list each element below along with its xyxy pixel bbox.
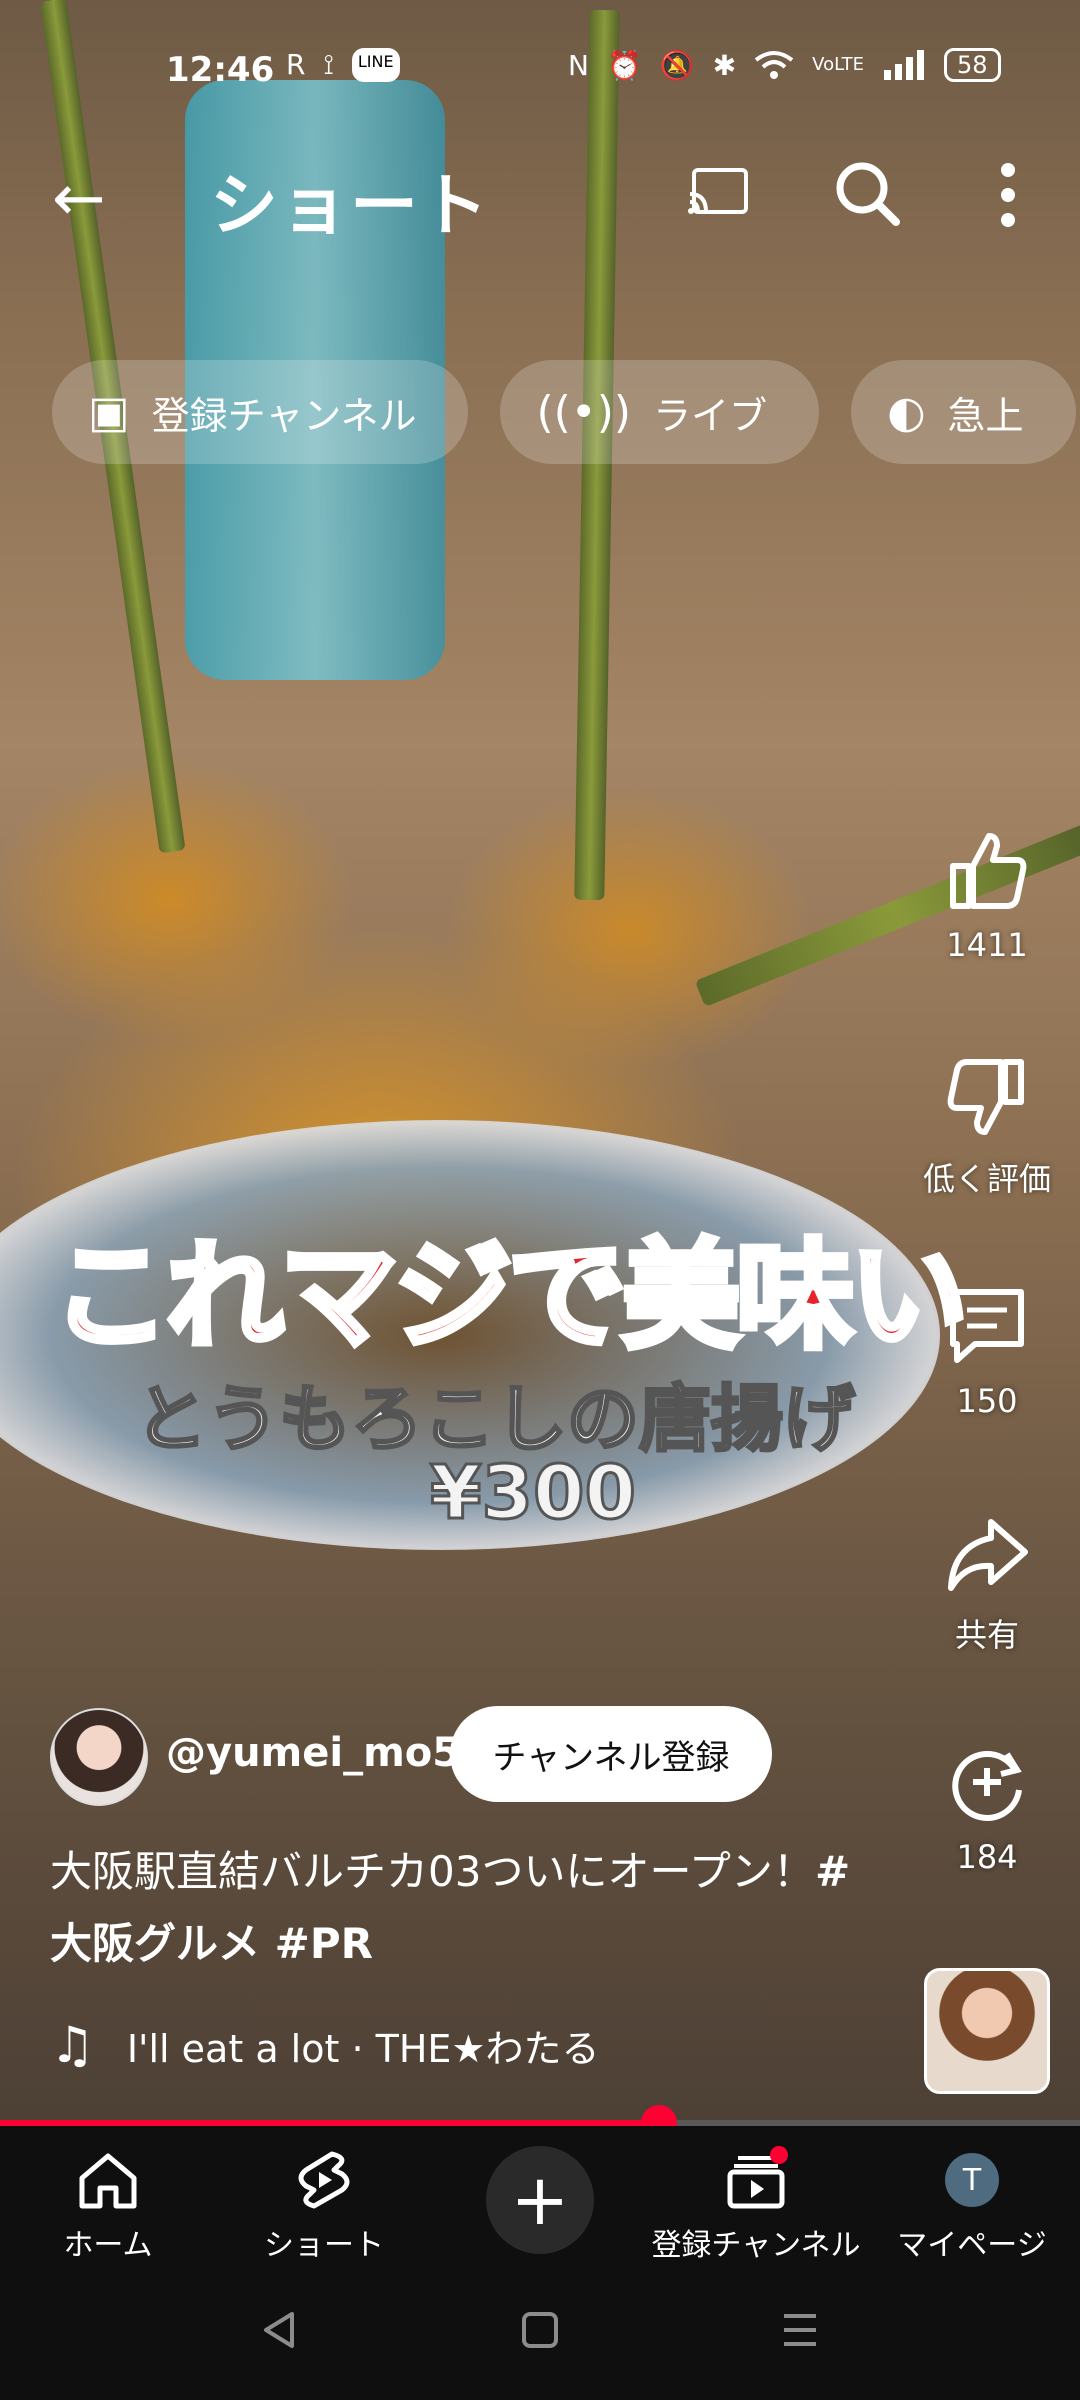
channel-handle[interactable]: @yumei_mo5	[166, 1730, 460, 1776]
video-caption-headline: これマジで美味い	[49, 1224, 971, 1368]
comment-icon	[950, 1289, 1024, 1363]
video-description[interactable]: 大阪駅直結バルチカ03ついにオープン！#大阪グルメ #PR	[50, 1836, 880, 1980]
plus-icon: +	[510, 2159, 570, 2241]
nav-shorts[interactable]: ショート	[216, 2140, 432, 2264]
system-back-icon[interactable]	[258, 2308, 302, 2352]
video-caption-price: ¥300	[429, 1449, 638, 1538]
remix-count: 184	[956, 1838, 1018, 1876]
avatar: T	[945, 2153, 999, 2207]
chip-trending[interactable]: ◐ 急上	[851, 360, 1076, 464]
remix-icon	[952, 1750, 1022, 1821]
subscribe-button[interactable]: チャンネル登録	[450, 1706, 772, 1802]
dislike-button[interactable]: 低く評価	[912, 1056, 1062, 1200]
status-time: 12:46	[166, 50, 275, 90]
system-navigation-bar	[0, 2276, 1080, 2400]
filter-chips: ▣ 登録チャンネル ((•)) ライブ ◐ 急上	[52, 360, 1076, 464]
status-left-icons: R ⟟ LINE	[286, 48, 400, 82]
shorts-player-screen: 12:46 R ⟟ LINE N ⏰ 🔕 ✱ VoLTE 58 ← ショート ▣…	[0, 0, 1080, 2400]
line-icon: LINE	[351, 48, 400, 82]
rakuten-icon: R	[286, 48, 306, 81]
chip-label: 登録チャンネル	[151, 393, 417, 438]
more-vertical-icon[interactable]	[988, 160, 1028, 230]
back-arrow-icon[interactable]: ←	[52, 162, 106, 236]
status-bar: 12:46 R ⟟ LINE N ⏰ 🔕 ✱ VoLTE 58	[0, 40, 1080, 104]
status-right-icons: N ⏰ 🔕 ✱ VoLTE 58	[568, 48, 1001, 82]
chip-subscriptions[interactable]: ▣ 登録チャンネル	[52, 360, 469, 464]
subscriptions-icon: ▣	[88, 386, 130, 438]
bluetooth-icon: ✱	[712, 48, 737, 82]
system-home-icon[interactable]	[518, 2308, 562, 2352]
channel-avatar[interactable]	[50, 1708, 148, 1806]
comments-button[interactable]: 150	[912, 1284, 1062, 1420]
volte-icon: VoLTE	[812, 54, 865, 75]
music-title: I'll eat a lot · THE★わたる	[126, 2026, 600, 2071]
system-recents-icon[interactable]	[778, 2308, 822, 2352]
comment-count: 150	[956, 1382, 1018, 1420]
sound-thumbnail[interactable]	[924, 1968, 1050, 2094]
wifi-icon	[754, 51, 794, 79]
share-button[interactable]: 共有	[912, 1512, 1062, 1656]
nav-subscriptions-label: 登録チャンネル	[651, 2228, 861, 2263]
music-note-icon: ♫	[50, 2016, 95, 2074]
share-icon	[948, 1519, 1028, 1591]
nav-subscriptions[interactable]: 登録チャンネル	[648, 2140, 864, 2264]
like-button[interactable]: 1411	[912, 828, 1062, 964]
trending-icon: ◐	[887, 386, 926, 438]
nav-my-page-label: マイページ	[897, 2228, 1047, 2263]
live-icon: ((•))	[536, 386, 632, 438]
alarm-icon: ⏰	[606, 48, 642, 82]
chip-live[interactable]: ((•)) ライブ	[500, 360, 820, 464]
search-icon[interactable]	[832, 158, 902, 228]
music-row[interactable]: ♫ I'll eat a lot · THE★わたる	[50, 2016, 600, 2074]
missed-call-icon: ⟟	[323, 48, 334, 81]
remix-button[interactable]: 184	[912, 1740, 1062, 1876]
dislike-label: 低く評価	[922, 1160, 1051, 1198]
like-count: 1411	[946, 926, 1028, 964]
shorts-icon	[298, 2151, 350, 2209]
top-bar: ← ショート	[0, 140, 1080, 250]
nfc-icon: N	[568, 48, 589, 82]
description-text: 大阪駅直結バルチカ03ついにオープン！	[50, 1847, 815, 1896]
signal-icon	[884, 50, 925, 80]
nav-my-page[interactable]: T マイページ	[864, 2140, 1080, 2264]
cast-icon[interactable]	[688, 168, 748, 216]
thumbs-down-icon	[947, 1059, 1024, 1135]
chip-label: ライブ	[653, 393, 768, 438]
share-label: 共有	[954, 1616, 1019, 1654]
chip-label: 急上	[947, 393, 1024, 438]
mute-icon: 🔕	[659, 48, 695, 82]
bottom-navigation: ホーム ショート + 登録チャンネル T マイページ	[0, 2126, 1080, 2276]
create-button[interactable]: +	[486, 2146, 594, 2254]
page-title: ショート	[210, 167, 491, 246]
thumbs-up-icon	[950, 833, 1027, 909]
home-icon	[79, 2153, 137, 2209]
nav-home-label: ホーム	[63, 2228, 153, 2263]
notification-dot	[770, 2146, 788, 2164]
battery-indicator: 58	[944, 48, 1001, 82]
nav-shorts-label: ショート	[264, 2228, 384, 2263]
nav-home[interactable]: ホーム	[0, 2140, 216, 2264]
